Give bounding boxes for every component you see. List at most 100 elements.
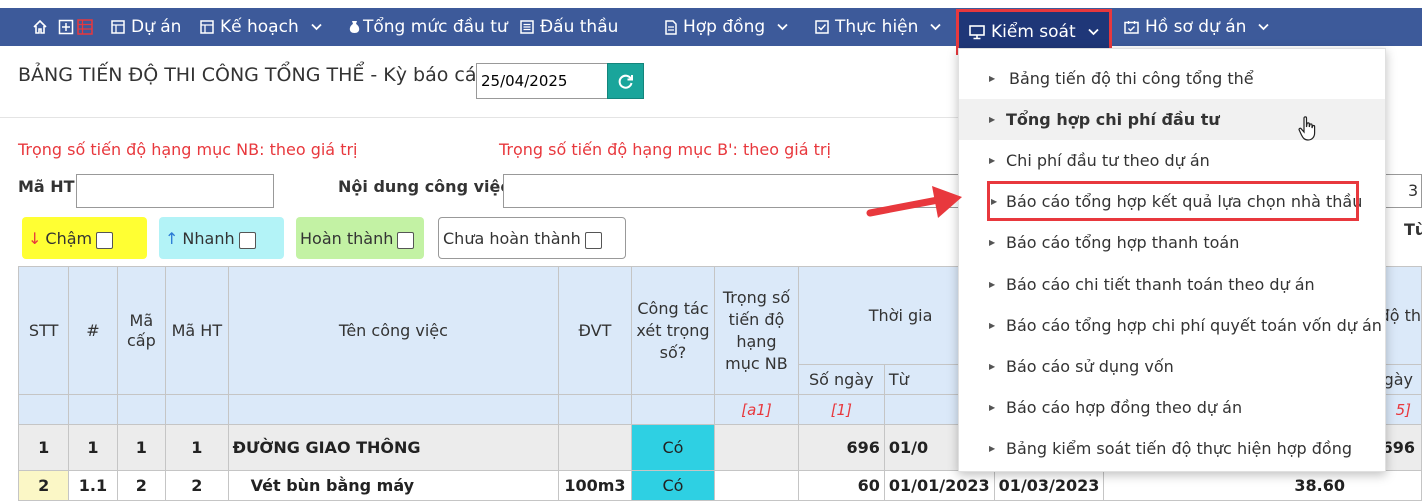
cell-dvt: [558, 424, 632, 471]
add-icon[interactable]: [58, 8, 74, 46]
red-arrow-annotation: [866, 186, 962, 218]
arrow-up-icon: ↑: [165, 228, 179, 248]
filter-hoan-thanh-label: Hoàn thành: [300, 228, 394, 248]
check-icon: [815, 20, 829, 34]
folder-check-icon: [1124, 20, 1139, 34]
menu-item-bang-tien-do[interactable]: ▶ Bảng tiến độ thi công tổng thể: [959, 58, 1385, 99]
header-trong-so: Trọng số tiến độ hạng mục NB: [714, 266, 799, 395]
header-cong-tac: Công tác xét trọng số?: [630, 266, 716, 395]
note-a1: [a1]: [714, 394, 799, 425]
nav-ke-hoach-label: Kế hoạch: [220, 17, 299, 37]
header-hash: #: [68, 266, 118, 395]
nav-ho-so-du-an[interactable]: Hồ sơ dự án: [1124, 8, 1270, 46]
clipped-label-tu: Từ: [1404, 220, 1422, 239]
caret-right-icon: ▶: [991, 196, 998, 206]
menu-item-chi-tiet-thanh-toan[interactable]: ▶ Báo cáo chi tiết thanh toán theo dự án: [959, 264, 1385, 305]
cell-den: 01/03/2023: [993, 470, 1105, 501]
grid-red-icon[interactable]: [77, 8, 93, 46]
nav-tong-muc-dau-tu[interactable]: Tổng mức đầu tư: [348, 8, 508, 46]
report-date-input[interactable]: [476, 63, 609, 99]
filter-nhanh-checkbox[interactable]: [238, 231, 256, 249]
filter-cham-label: Chậm: [45, 228, 93, 248]
filter-hoan-thanh[interactable]: Hoàn thành: [296, 217, 424, 259]
nav-kiem-soat-label: Kiểm soát: [991, 22, 1076, 42]
cell-hash: 1: [68, 424, 118, 471]
cell-tu: 01/01/2023: [883, 470, 995, 501]
caret-right-icon: ▶: [989, 156, 996, 165]
filter-cham-checkbox[interactable]: [96, 231, 114, 249]
ma-ht-input[interactable]: [76, 174, 274, 208]
nav-tong-muc-dau-tu-label: Tổng mức đầu tư: [363, 17, 508, 37]
menu-item-quyet-toan-von[interactable]: ▶ Báo cáo tổng hợp chi phí quyết toán vố…: [959, 305, 1385, 346]
nav-hop-dong[interactable]: Hợp đồng: [664, 8, 788, 46]
caret-right-icon: ▶: [989, 74, 996, 83]
menu-item-tong-hop-thanh-toan[interactable]: ▶ Báo cáo tổng hợp thanh toán: [959, 222, 1385, 263]
menu-item-kiem-soat-tien-do-hop-dong[interactable]: ▶ Bảng kiểm soát tiến độ thực hiện hợp đ…: [959, 428, 1385, 469]
divider: [0, 117, 960, 118]
cell-extra: 38.60: [1103, 470, 1422, 501]
nav-du-an-label: Dự án: [131, 17, 182, 37]
grid-icon: [200, 20, 214, 34]
header-ma-ht: Mã HT: [165, 266, 229, 395]
caret-right-icon: ▶: [989, 403, 996, 412]
filter-nhanh-label: Nhanh: [182, 228, 235, 248]
grid-icon: [111, 20, 125, 34]
refresh-button[interactable]: [607, 63, 644, 99]
menu-item-chi-phi-theo-du-an[interactable]: ▶ Chi phí đầu tư theo dự án: [959, 140, 1385, 181]
filter-nhanh[interactable]: ↑ Nhanh: [159, 217, 284, 259]
cell-ten: Vét bùn bằng máy: [227, 470, 560, 501]
chevron-down-icon: [311, 20, 322, 35]
nav-thuc-hien-label: Thực hiện: [835, 17, 919, 37]
table-row[interactable]: 2 1.1 2 2 Vét bùn bằng máy 100m3 Có 60 0…: [17, 470, 1422, 501]
cell-cong-tac: Có: [630, 424, 716, 471]
cell-trong-so: [714, 424, 799, 471]
document-icon: [664, 19, 677, 35]
note-1: [1]: [797, 394, 885, 425]
menu-item-ket-qua-lua-chon-nha-thau[interactable]: ▶ Báo cáo tổng hợp kết quả lựa chọn nhà …: [987, 181, 1362, 221]
caret-right-icon: ▶: [989, 280, 996, 289]
cell-ma-ht: 1: [165, 424, 229, 471]
filter-hoan-thanh-checkbox[interactable]: [397, 231, 415, 249]
nav-dau-thau[interactable]: Đấu thầu: [520, 8, 618, 46]
filter-chua-hoan-thanh-checkbox[interactable]: [584, 231, 602, 249]
refresh-icon: [618, 74, 633, 89]
filter-chua-hoan-thanh[interactable]: Chưa hoàn thành: [438, 217, 626, 259]
caret-right-icon: ▶: [989, 238, 996, 247]
cell-ma-cap: 2: [116, 470, 167, 501]
caret-right-icon: ▶: [989, 362, 996, 371]
monitor-icon: [969, 24, 985, 40]
chevron-down-icon: [777, 20, 788, 35]
home-icon[interactable]: [32, 8, 48, 46]
menu-item-hop-dong-theo-du-an[interactable]: ▶ Báo cáo hợp đồng theo dự án: [959, 387, 1385, 428]
top-navbar: Dự án Kế hoạch Tổng mức đầu tư Đấu thầu …: [0, 8, 1422, 55]
header-dvt: ĐVT: [558, 266, 632, 395]
filter-cham[interactable]: ↓ Chậm: [22, 217, 147, 259]
weight-note-b: Trọng số tiến độ hạng mục B': theo giá t…: [499, 140, 831, 159]
menu-item-tong-hop-chi-phi[interactable]: ▶ Tổng hợp chi phí đầu tư: [959, 99, 1385, 140]
cell-trong-so: [714, 470, 799, 501]
header-ten-cong-viec: Tên công việc: [227, 266, 560, 395]
chevron-down-icon: [1088, 25, 1099, 40]
nav-ho-so-du-an-label: Hồ sơ dự án: [1145, 17, 1247, 37]
cell-so-ngay: 60: [797, 470, 885, 501]
arrow-down-icon: ↓: [28, 228, 42, 248]
cell-ma-cap: 1: [116, 424, 167, 471]
nav-du-an[interactable]: Dự án: [111, 8, 181, 46]
cell-ten: ĐƯỜNG GIAO THÔNG: [227, 424, 560, 471]
cell-stt: 2: [17, 470, 70, 501]
chevron-down-icon: [1258, 20, 1270, 35]
list-icon: [520, 20, 534, 34]
clipped-text: 3: [1408, 181, 1419, 200]
nav-ke-hoach[interactable]: Kế hoạch: [200, 8, 322, 46]
header-so-ngay: Số ngày: [797, 364, 885, 395]
nav-dau-thau-label: Đấu thầu: [540, 17, 619, 37]
nav-hop-dong-label: Hợp đồng: [683, 17, 766, 37]
nav-thuc-hien[interactable]: Thực hiện: [815, 8, 942, 46]
menu-item-su-dung-von[interactable]: ▶ Báo cáo sử dụng vốn: [959, 346, 1385, 387]
cell-dvt: 100m3: [558, 470, 632, 501]
caret-right-icon: ▶: [989, 444, 996, 453]
cell-cong-tac: Có: [630, 470, 716, 501]
money-bag-icon: [348, 20, 361, 34]
chevron-down-icon: [930, 20, 942, 35]
page-title: BẢNG TIẾN ĐỘ THI CÔNG TỔNG THỂ - Kỳ báo …: [18, 64, 489, 86]
